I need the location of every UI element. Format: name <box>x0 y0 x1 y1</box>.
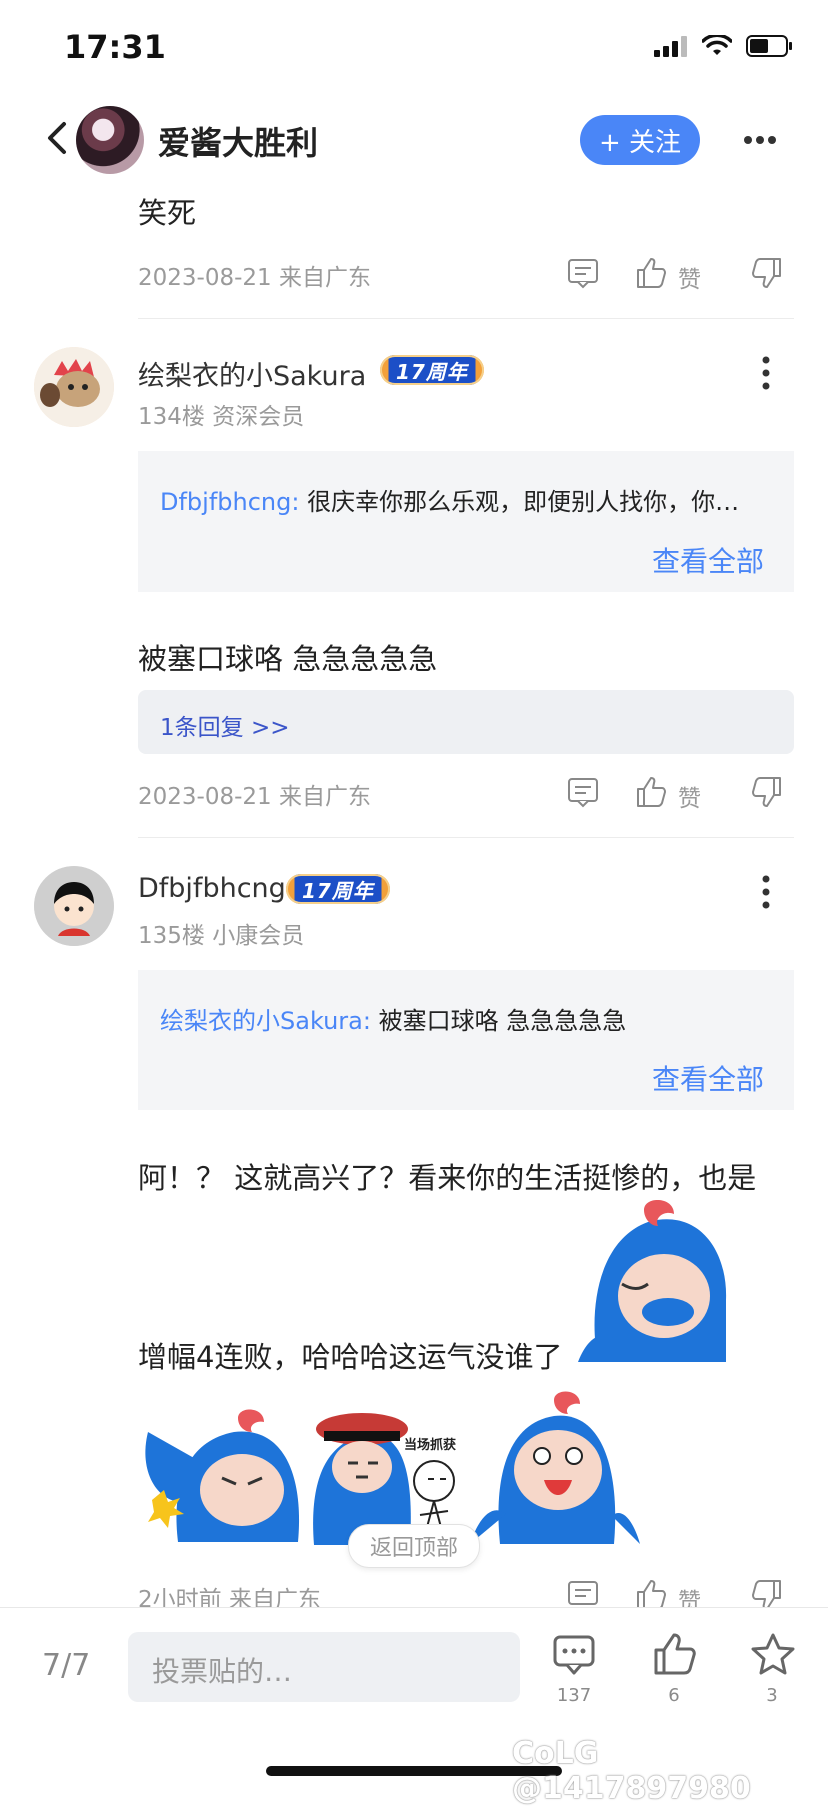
comment-text: 被塞口球咯 急急急急急 <box>138 642 438 676</box>
comment-text-line2: 增幅4连败，哈哈哈这运气没谁了 <box>138 1340 563 1374</box>
comment-meta: 2023-08-21 来自广东 <box>138 784 371 810</box>
commenter-name[interactable]: 绘梨衣的小Sakura <box>138 354 366 393</box>
kebab-menu-icon[interactable] <box>762 356 770 390</box>
quote-author[interactable]: Dfbjfbhcng: <box>160 488 299 516</box>
kebab-menu-icon[interactable] <box>762 875 770 909</box>
comment-count: 137 <box>556 1685 592 1706</box>
signal-icon <box>654 36 687 57</box>
divider <box>138 837 794 838</box>
star-icon[interactable] <box>750 1632 796 1676</box>
like-icon[interactable] <box>634 775 668 809</box>
anniversary-badge: 17周年 <box>380 355 484 385</box>
mascot-sticker <box>145 1409 300 1542</box>
back-icon[interactable] <box>38 118 78 158</box>
view-all-link[interactable]: 查看全部 <box>652 1058 764 1098</box>
like-label[interactable]: 赞 <box>678 260 701 294</box>
mascot-sticker <box>470 1391 640 1544</box>
post-text: 笑死 <box>138 196 197 230</box>
battery-icon <box>746 35 792 57</box>
avatar[interactable] <box>34 347 114 427</box>
watermark: CoLG @1417897980 <box>512 1736 751 1806</box>
like-count: 6 <box>668 1685 680 1706</box>
post-meta: 2023-08-21 来自广东 <box>138 265 371 291</box>
divider <box>138 318 794 319</box>
more-icon[interactable] <box>742 128 778 152</box>
mascot-sticker <box>578 1200 727 1362</box>
anniversary-badge: 17周年 <box>286 874 390 904</box>
comment-icon[interactable] <box>552 1634 596 1676</box>
comment-text-line1: 阿！？ 这就高兴了？看来你的生活挺惨的，也是 <box>138 1161 757 1195</box>
quote-text: 被塞口球咯 急急急急急 <box>370 1007 627 1035</box>
status-icons <box>654 34 794 58</box>
commenter-name[interactable]: Dfbjfbhcng <box>138 873 286 904</box>
dislike-icon[interactable] <box>750 775 784 809</box>
quote-text: 很庆幸你那么乐观，即便别人找你，你… <box>299 488 740 516</box>
comment-icon[interactable] <box>566 775 600 809</box>
wifi-icon <box>702 35 732 55</box>
comment-icon[interactable] <box>566 256 600 290</box>
like-label[interactable]: 赞 <box>678 779 701 813</box>
sticker-caption: 当场抓获 <box>404 1437 456 1453</box>
back-to-top-button[interactable]: 返回顶部 <box>348 1524 480 1568</box>
favorite-count: 3 <box>766 1685 778 1706</box>
quote-line: 绘梨衣的小Sakura: 被塞口球咯 急急急急急 <box>160 1001 626 1036</box>
quote-author[interactable]: 绘梨衣的小Sakura: <box>160 1007 371 1035</box>
floor-info: 134楼 资深会员 <box>138 404 305 430</box>
follow-button[interactable]: + 关注 <box>580 115 700 165</box>
avatar[interactable] <box>34 866 114 946</box>
status-time: 17:31 <box>64 28 166 66</box>
page-indicator[interactable]: 7/7 <box>42 1648 90 1683</box>
reply-summary-link[interactable]: 1条回复 >> <box>160 708 290 742</box>
header-title[interactable]: 爱酱大胜利 <box>158 118 318 164</box>
quote-line: Dfbjfbhcng: 很庆幸你那么乐观，即便别人找你，你… <box>160 482 739 517</box>
dislike-icon[interactable] <box>750 256 784 290</box>
view-all-link[interactable]: 查看全部 <box>652 540 764 580</box>
floor-info: 135楼 小康会员 <box>138 923 305 949</box>
author-avatar[interactable] <box>76 106 144 174</box>
like-icon[interactable] <box>634 256 668 290</box>
reply-input-placeholder[interactable]: 投票贴的… <box>152 1650 292 1690</box>
like-icon[interactable] <box>652 1632 698 1676</box>
